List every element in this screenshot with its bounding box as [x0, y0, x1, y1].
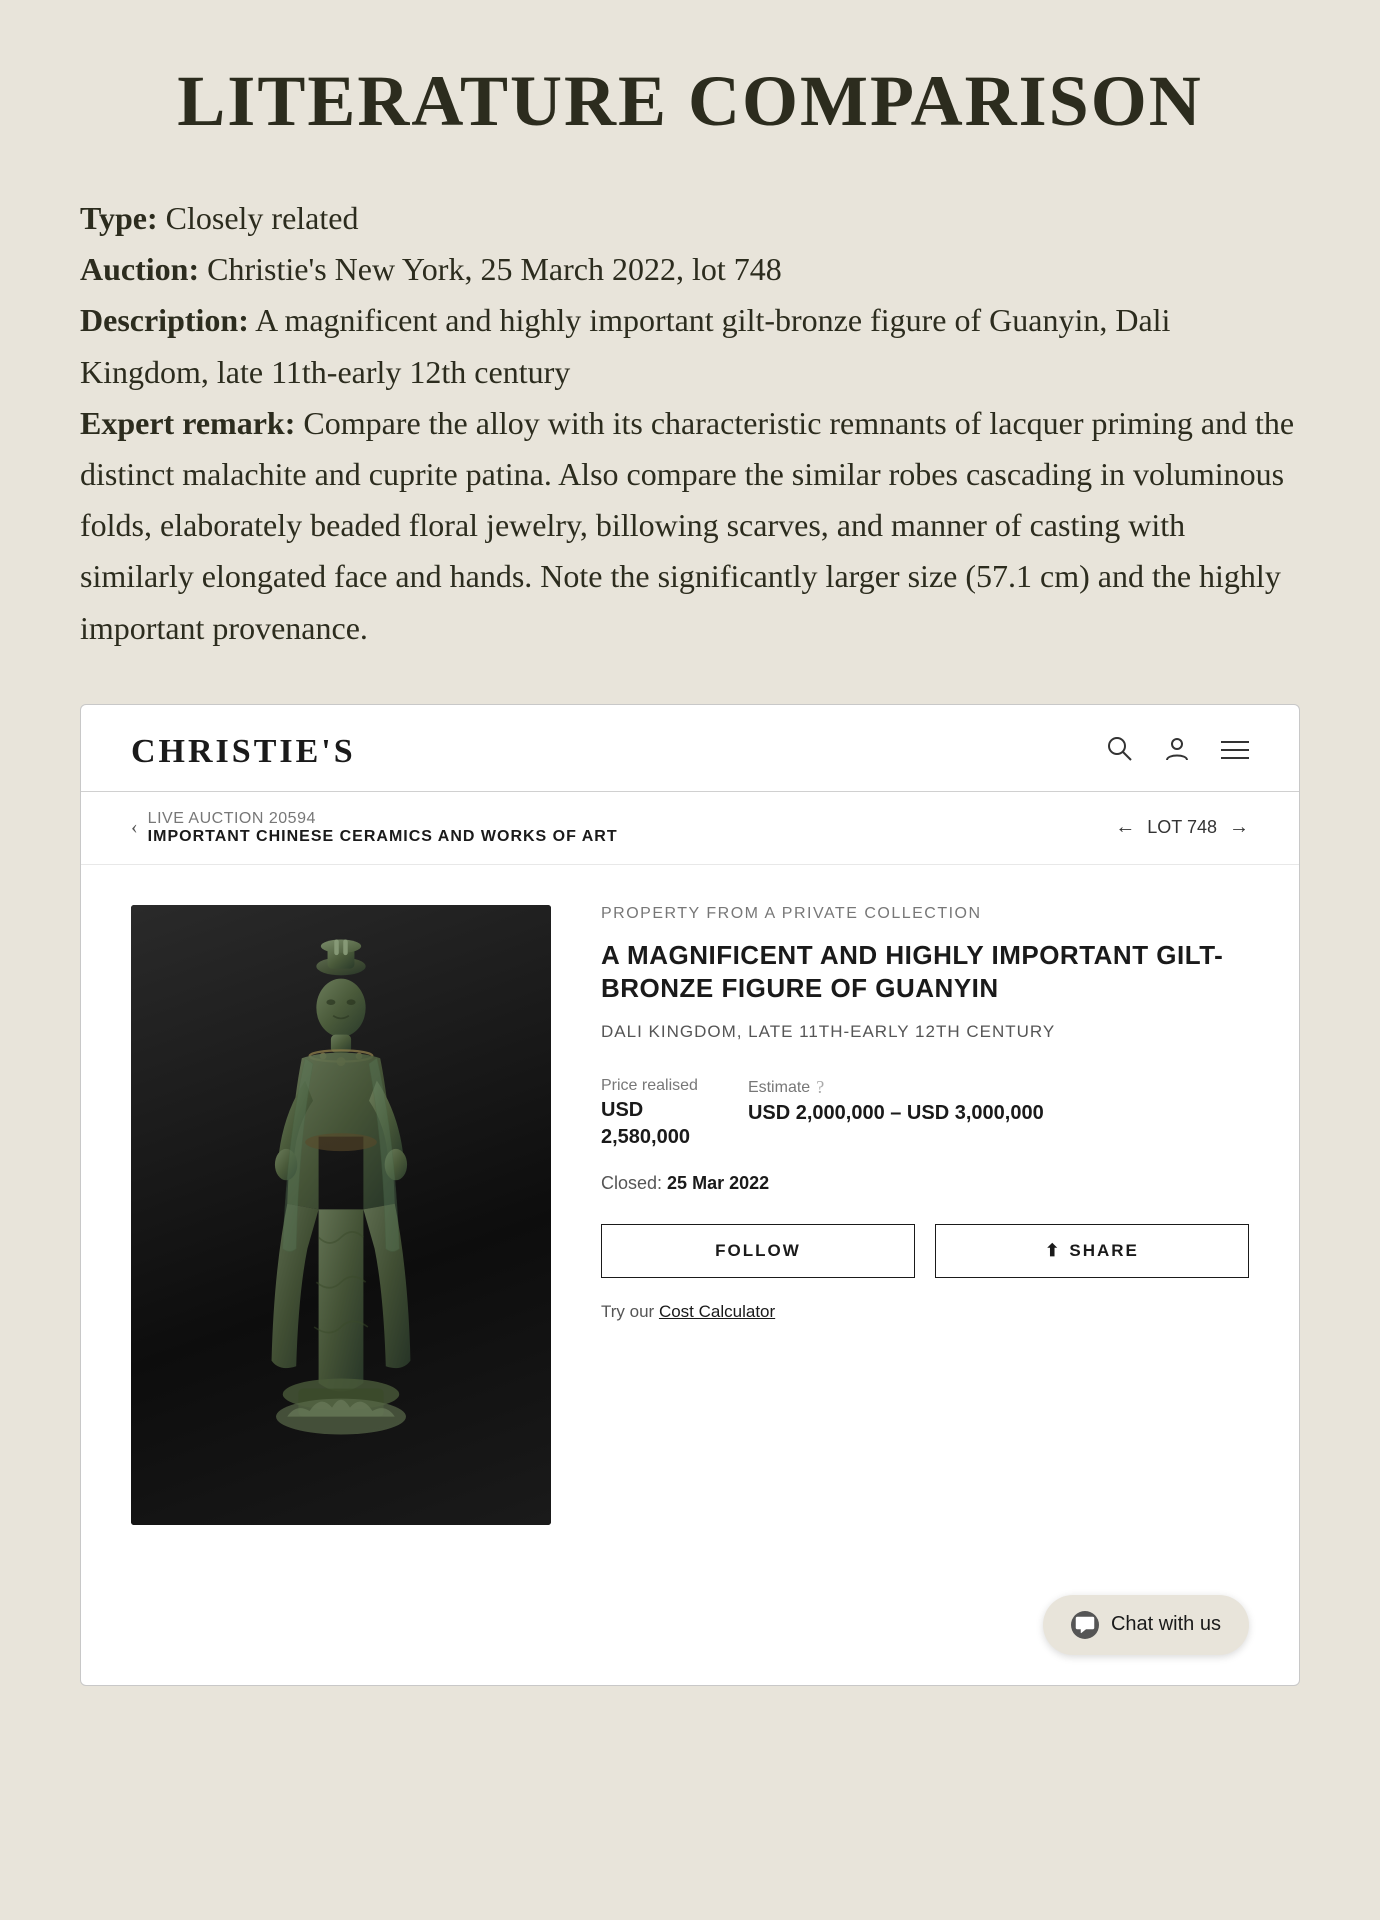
auction-breadcrumb: ‹ LIVE AUCTION 20594 IMPORTANT CHINESE C…	[81, 792, 1299, 865]
cost-calculator-link[interactable]: Cost Calculator	[659, 1302, 775, 1321]
share-icon: ⬆	[1045, 1241, 1061, 1261]
cost-calculator-row: Try our Cost Calculator	[601, 1302, 1249, 1322]
estimate-value: USD 2,000,000 – USD 3,000,000	[748, 1102, 1044, 1125]
chat-button[interactable]: Chat with us	[1043, 1595, 1249, 1655]
price-row: Price realised USD 2,580,000 Estimate ? …	[601, 1077, 1249, 1149]
auction-label: Auction:	[80, 251, 199, 287]
type-value: Closely related	[166, 200, 359, 236]
breadcrumb-left: ‹ LIVE AUCTION 20594 IMPORTANT CHINESE C…	[131, 810, 618, 846]
christies-card: CHRISTIE'S	[80, 704, 1300, 1686]
auction-id: LIVE AUCTION 20594	[148, 810, 618, 828]
lot-content: PROPERTY FROM A PRIVATE COLLECTION A MAG…	[81, 865, 1299, 1565]
lot-navigation: ← LOT 748 →	[1115, 816, 1249, 839]
closed-row: Closed: 25 Mar 2022	[601, 1173, 1249, 1194]
christies-logo: CHRISTIE'S	[131, 733, 356, 771]
auction-info: LIVE AUCTION 20594 IMPORTANT CHINESE CER…	[148, 810, 618, 846]
chat-label: Chat with us	[1111, 1613, 1221, 1636]
literature-block: Type: Closely related Auction: Christie'…	[80, 193, 1300, 654]
lot-forward-arrow[interactable]: →	[1229, 816, 1249, 839]
description-label: Description:	[80, 302, 249, 338]
search-icon[interactable]	[1105, 734, 1133, 770]
type-label: Type:	[80, 200, 158, 236]
share-label: SHARE	[1069, 1241, 1139, 1261]
lot-image	[131, 905, 551, 1525]
lot-info: PROPERTY FROM A PRIVATE COLLECTION A MAG…	[551, 905, 1249, 1323]
share-button[interactable]: ⬆ SHARE	[935, 1224, 1249, 1278]
closed-date: 25 Mar 2022	[667, 1173, 769, 1193]
lot-back-arrow[interactable]: ←	[1115, 816, 1135, 839]
user-icon[interactable]	[1163, 734, 1191, 770]
chat-button-area: Chat with us	[81, 1565, 1299, 1685]
estimate-label: Estimate	[748, 1079, 810, 1097]
nav-icons	[1105, 734, 1249, 770]
menu-icon[interactable]	[1221, 736, 1249, 768]
lot-title: A MAGNIFICENT AND HIGHLY IMPORTANT GILT-…	[601, 939, 1249, 1007]
follow-button[interactable]: FOLLOW	[601, 1224, 915, 1278]
page-title: LITERATURE COMPARISON	[80, 60, 1300, 143]
chat-icon	[1071, 1611, 1099, 1639]
price-realised-col: Price realised USD 2,580,000	[601, 1077, 698, 1149]
lot-subtitle: DALI KINGDOM, LATE 11TH-EARLY 12TH CENTU…	[601, 1022, 1249, 1042]
closed-label: Closed:	[601, 1173, 662, 1193]
lot-label: LOT 748	[1147, 817, 1217, 838]
price-realised-currency: USD	[601, 1099, 698, 1122]
action-buttons: FOLLOW ⬆ SHARE	[601, 1224, 1249, 1278]
back-chevron-icon[interactable]: ‹	[131, 816, 138, 839]
lot-image-bg	[131, 905, 551, 1525]
christies-header: CHRISTIE'S	[81, 705, 1299, 792]
cost-calc-prefix: Try our	[601, 1302, 654, 1321]
property-from: PROPERTY FROM A PRIVATE COLLECTION	[601, 905, 1249, 923]
estimate-help-icon[interactable]: ?	[816, 1077, 824, 1098]
price-realised-value: 2,580,000	[601, 1126, 698, 1149]
auction-value: Christie's New York, 25 March 2022, lot …	[207, 251, 782, 287]
auction-name[interactable]: IMPORTANT CHINESE CERAMICS AND WORKS OF …	[148, 828, 618, 846]
estimate-col: Estimate ? USD 2,000,000 – USD 3,000,000	[748, 1077, 1044, 1125]
expert-label: Expert remark:	[80, 405, 295, 441]
price-realised-label: Price realised	[601, 1077, 698, 1095]
